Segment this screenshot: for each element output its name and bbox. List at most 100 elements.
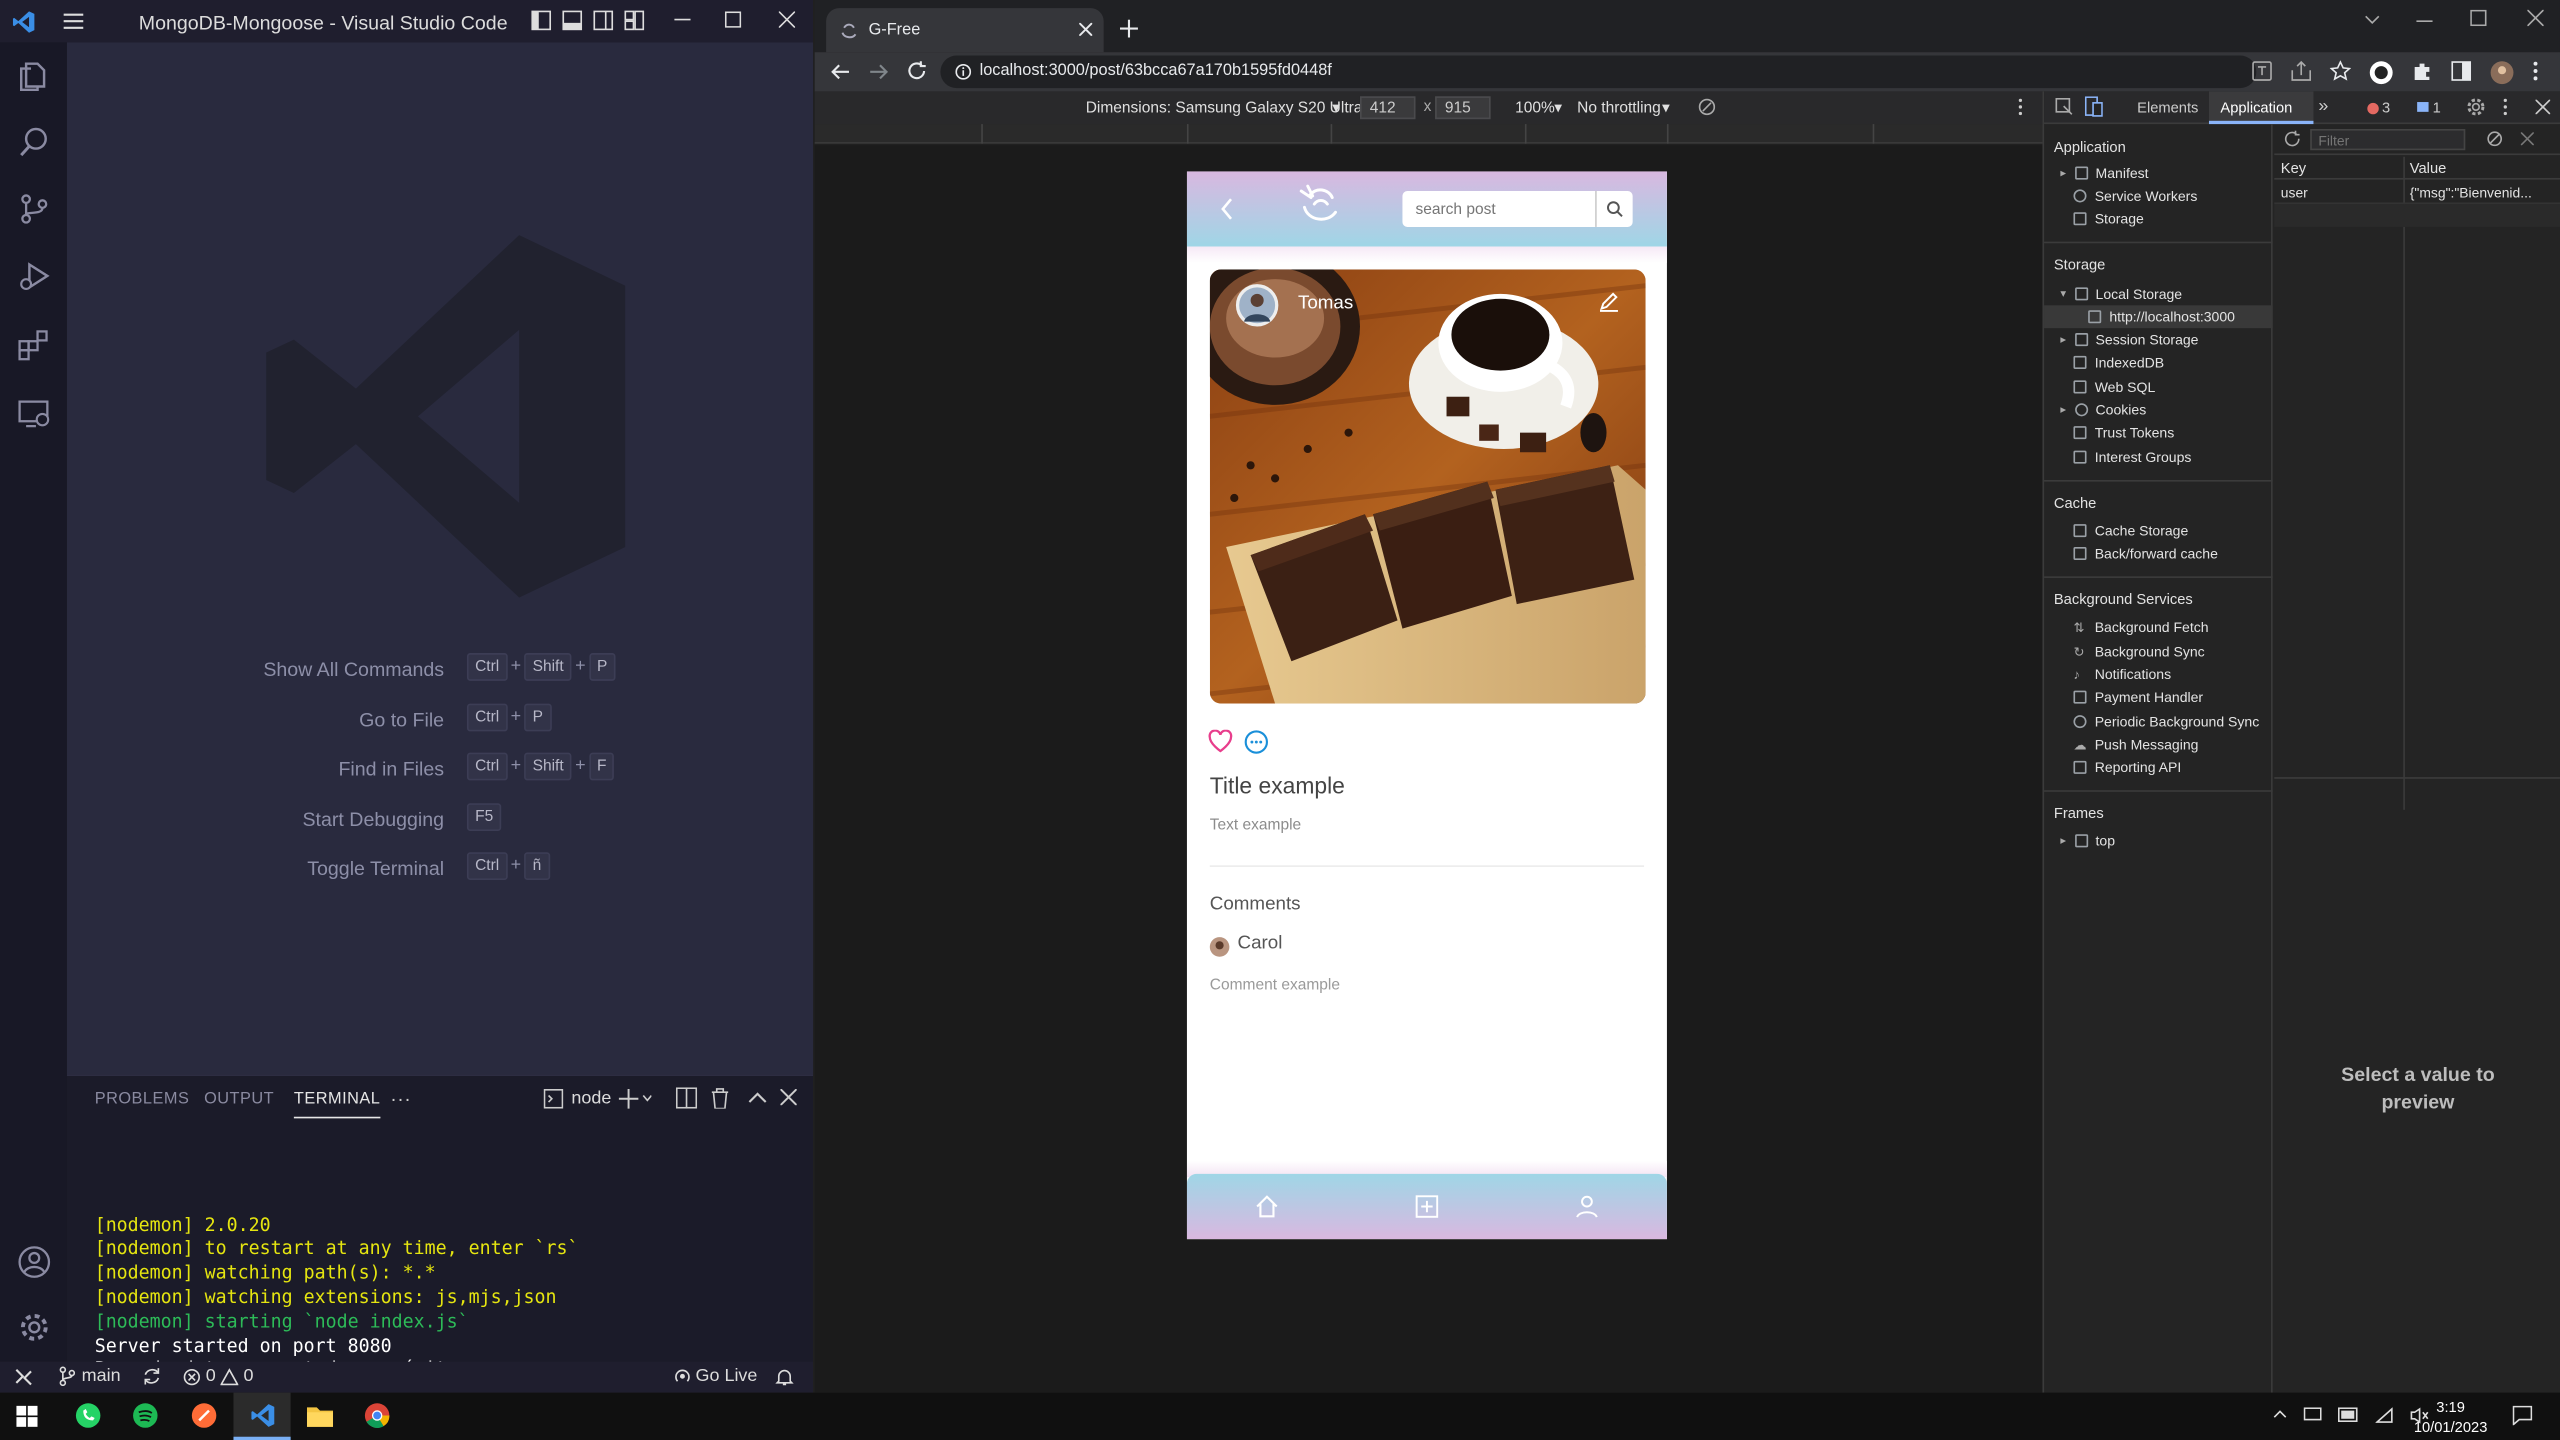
like-heart-icon[interactable] [1208, 729, 1233, 753]
split-terminal-icon[interactable] [675, 1087, 698, 1109]
chrome-close-icon[interactable] [2527, 9, 2544, 27]
sidebar-item-notifications[interactable]: ♪ Notifications [2073, 666, 2171, 682]
side-panel-icon[interactable] [2451, 60, 2472, 84]
sync-icon[interactable] [142, 1367, 162, 1387]
delete-selected-icon[interactable] [2520, 132, 2534, 146]
author-name[interactable]: Tomas [1298, 294, 1353, 314]
wifi-icon[interactable] [2375, 1407, 2394, 1423]
devtools-settings-icon[interactable] [2467, 98, 2485, 116]
notification-center-icon[interactable] [2512, 1405, 2533, 1426]
battery-icon[interactable] [2337, 1407, 2359, 1423]
go-live-button[interactable]: Go Live [674, 1367, 757, 1386]
sidebar-item-local-storage[interactable]: ▾ Local Storage [2060, 286, 2182, 302]
tray-chevron-icon[interactable] [2273, 1407, 2288, 1423]
devtools-close-icon[interactable] [2535, 99, 2551, 115]
width-input[interactable]: 412 [1359, 96, 1416, 120]
device-toolbar-more-icon[interactable] [2018, 98, 2023, 116]
sidebar-item-payment-handler[interactable]: Payment Handler [2073, 689, 2203, 705]
remote-explorer-icon[interactable] [16, 395, 52, 431]
extension-profile-icon[interactable] [2369, 60, 2393, 85]
tray-device-icon[interactable] [2303, 1407, 2322, 1423]
translate-icon[interactable] [2251, 60, 2272, 84]
sidebar-item-periodic-background-sync[interactable]: Periodic Background Sync [2073, 713, 2259, 730]
sidebar-item-indexeddb[interactable]: IndexedDB [2073, 354, 2164, 371]
more-actions-icon[interactable]: ··· [390, 1087, 411, 1110]
customize-layout-icon[interactable] [624, 10, 645, 31]
minimize-icon[interactable] [674, 11, 691, 27]
search-icon[interactable] [16, 124, 52, 160]
new-tab-icon[interactable] [1119, 19, 1138, 38]
sidebar-item-service-workers[interactable]: Service Workers [2073, 188, 2197, 204]
sidebar-item-background-sync[interactable]: ↻ Background Sync [2073, 643, 2204, 659]
key-column-header[interactable]: Key [2281, 160, 2306, 176]
extensions-icon[interactable] [16, 327, 52, 363]
chrome-taskbar-icon[interactable] [364, 1402, 390, 1428]
tab-problems[interactable]: PROBLEMS [95, 1091, 190, 1109]
zoom-dropdown-icon[interactable]: ▾ [1554, 100, 1562, 118]
windows-start-icon[interactable] [16, 1405, 38, 1427]
clear-all-icon[interactable] [2487, 131, 2503, 147]
sidebar-item-reporting-api[interactable]: Reporting API [2073, 759, 2181, 776]
app-logo-icon[interactable] [1295, 181, 1344, 230]
sidebar-item-push-messaging[interactable]: ☁ Push Messaging [2073, 736, 2198, 752]
sidebar-item-cookies[interactable]: ▸ Cookies [2060, 402, 2146, 418]
forward-arrow-icon[interactable] [869, 62, 889, 82]
tab-output[interactable]: OUTPUT [204, 1091, 274, 1109]
edit-pencil-icon[interactable] [1598, 291, 1619, 312]
tab-application[interactable]: Application [2208, 91, 2314, 125]
toggle-sidebar-icon[interactable] [531, 10, 552, 31]
search-button[interactable] [1595, 191, 1633, 227]
profile-user-icon[interactable] [1576, 1195, 1599, 1218]
account-icon[interactable] [16, 1244, 52, 1280]
sidebar-item-cache-storage[interactable]: Cache Storage [2073, 522, 2188, 539]
file-explorer-icon[interactable] [306, 1404, 334, 1427]
terminal-selector[interactable]: node [543, 1088, 611, 1109]
inspect-element-icon[interactable] [2055, 97, 2074, 116]
device-mode-icon[interactable] [2084, 96, 2103, 117]
notifications-bell-icon[interactable] [775, 1368, 794, 1386]
sidebar-item-trust-tokens[interactable]: Trust Tokens [2073, 424, 2174, 441]
commenter-name[interactable]: Carol [1238, 934, 1283, 954]
zoom-selector[interactable]: 100% [1515, 100, 1555, 118]
spotify-icon[interactable] [132, 1402, 158, 1428]
menu-icon[interactable] [62, 10, 85, 33]
throttling-selector[interactable]: No throttling [1577, 100, 1661, 118]
more-tabs-icon[interactable]: » [2318, 96, 2328, 116]
search-input[interactable] [1402, 191, 1592, 227]
height-input[interactable]: 915 [1435, 96, 1491, 120]
error-badge[interactable]: 3 [2367, 100, 2390, 116]
chrome-menu-icon[interactable] [2532, 60, 2539, 84]
sidebar-item-localhost-origin[interactable]: http://localhost:3000 [2088, 309, 2235, 325]
source-control-icon[interactable] [16, 191, 52, 227]
throttling-dropdown-icon[interactable]: ▾ [1662, 100, 1670, 118]
sidebar-item-session-storage[interactable]: ▸ Session Storage [2060, 331, 2198, 347]
problems-indicator[interactable]: 0 0 [183, 1367, 253, 1386]
sidebar-item-background-fetch[interactable]: ⇅ Background Fetch [2073, 619, 2208, 635]
browser-tab-active[interactable]: G-Free [826, 8, 1104, 53]
trash-icon[interactable] [710, 1087, 730, 1109]
sidebar-item-websql[interactable]: Web SQL [2073, 379, 2155, 395]
filter-input[interactable] [2311, 130, 2464, 149]
device-dropdown-icon[interactable]: ▾ [1332, 100, 1340, 118]
postman-icon[interactable] [191, 1402, 217, 1428]
extensions-puzzle-icon[interactable] [2411, 60, 2432, 84]
toggle-secondary-sidebar-icon[interactable] [593, 10, 614, 31]
taskbar-vscode-button[interactable] [233, 1392, 291, 1440]
explorer-icon[interactable] [16, 59, 52, 95]
refresh-icon[interactable] [2284, 130, 2300, 147]
close-tab-icon[interactable] [1079, 22, 1093, 36]
devtools-menu-icon[interactable] [2503, 98, 2508, 116]
tab-terminal[interactable]: TERMINAL [293, 1091, 381, 1119]
address-bar[interactable]: localhost:3000/post/63bcca67a170b1595fd0… [940, 55, 2257, 89]
value-column-header[interactable]: Value [2410, 160, 2447, 176]
home-icon[interactable] [1256, 1195, 1279, 1218]
message-badge[interactable]: 1 [2416, 100, 2441, 116]
settings-gear-icon[interactable] [16, 1309, 52, 1345]
maximize-panel-icon[interactable] [748, 1089, 768, 1105]
sidebar-item-storage[interactable]: Storage [2073, 211, 2144, 227]
sidebar-item-frame-top[interactable]: ▸ top [2060, 833, 2115, 849]
chrome-minimize-icon[interactable] [2416, 13, 2433, 29]
clock[interactable]: 3:19 10/01/2023 [2410, 1398, 2492, 1437]
close-panel-icon[interactable] [780, 1088, 797, 1106]
bookmark-star-icon[interactable] [2329, 60, 2352, 84]
